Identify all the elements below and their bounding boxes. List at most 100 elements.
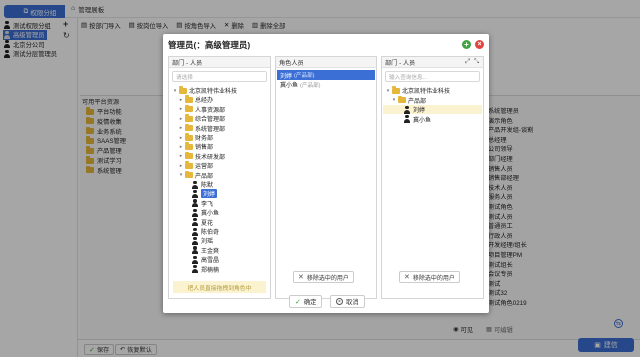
member-label: 陈默 <box>201 183 214 189</box>
close-icon: ✕ <box>298 274 304 281</box>
folder-icon <box>185 133 193 141</box>
folder-icon <box>185 95 193 103</box>
member-label: 冀小鱼 <box>413 117 432 124</box>
tree-member[interactable]: 冀小鱼 <box>383 115 482 124</box>
user-icon <box>403 115 411 123</box>
tree-member[interactable]: 陈默 <box>191 180 213 189</box>
tree-member[interactable]: 刘婷 <box>383 105 482 114</box>
dept-label: 财务部 <box>195 136 214 142</box>
collapse-arrow-icon: ▸ <box>179 143 183 150</box>
cancel-icon: × <box>336 298 343 305</box>
folder-icon <box>185 114 193 122</box>
dept-label: 产品部 <box>408 98 427 105</box>
tree-member[interactable]: 刘瑶 <box>191 236 213 245</box>
member-label: 王金爽 <box>201 248 220 255</box>
dept-label: 产品部 <box>195 173 214 180</box>
dept-label: 人事资源部 <box>195 107 226 114</box>
selected-tree-panel: 部门 - 人员 ⤢ ⤡ 输入查询信息... ▾ 北京凯特伟业科技 ▾ 产品部 刘婷 冀小鱼… <box>381 56 484 299</box>
tree-dept[interactable]: ▸ 总经办 <box>179 95 213 104</box>
role-members-panel: 角色人员 刘婷 (产品部) 冀小鱼 (产品部) ✕ 移除选中的用户 <box>275 56 377 299</box>
tree-dept[interactable]: ▸ 人事资源部 <box>179 104 226 114</box>
remove-selected-users-button[interactable]: ✕ 移除选中的用户 <box>293 271 354 283</box>
user-icon <box>191 180 199 189</box>
tree-member[interactable]: 陈伯奇 <box>191 227 219 236</box>
tree-dept[interactable]: ▸ 销售部 <box>179 142 213 151</box>
confirm-label: 确定 <box>303 299 317 306</box>
collapse-icon[interactable]: ⤡ <box>474 58 479 66</box>
dept-label: 总经办 <box>195 98 214 105</box>
expand-icon[interactable]: ⤢ <box>465 58 470 66</box>
tree-dept[interactable]: ▾ 产品部 <box>179 170 214 180</box>
tree-root[interactable]: ▾ 北京凯特伟业科技 <box>386 86 450 95</box>
tree-dept[interactable]: ▸ 财务部 <box>179 133 213 142</box>
tree-member[interactable]: 夏花 <box>191 218 213 227</box>
collapse-arrow-icon: ▸ <box>179 134 183 141</box>
member-label: 陈伯奇 <box>201 230 220 236</box>
expand-arrow-icon: ▾ <box>173 87 177 94</box>
close-circle-icon[interactable]: × <box>475 40 484 49</box>
tree-dept[interactable]: ▸ 运营部 <box>179 161 213 170</box>
user-icon <box>191 246 199 255</box>
user-icon <box>191 255 199 264</box>
member-label: 李飞 <box>201 201 214 208</box>
remove-label: 移除选中的用户 <box>306 275 349 282</box>
member-label: 夏花 <box>201 220 214 227</box>
folder-icon <box>185 142 193 150</box>
tree-member[interactable]: 高雪晶 <box>191 255 219 264</box>
folder-icon <box>179 86 187 94</box>
tree-member[interactable]: 李飞 <box>191 199 213 208</box>
folder-icon <box>392 86 400 94</box>
tree-member[interactable]: 刘婷 <box>191 189 218 199</box>
member-label: 高雪晶 <box>201 258 220 265</box>
tree-member[interactable]: 冀小鱼 <box>191 208 219 217</box>
tree-root[interactable]: ▾ 北京凯特伟业科技 <box>173 86 237 95</box>
tree-dept[interactable]: ▾ 产品部 <box>392 95 427 105</box>
remove-label-2: 移除选中的用户 <box>412 275 455 282</box>
tree-dept[interactable]: ▸ 技术研发部 <box>179 151 225 161</box>
expand-arrow-icon: ▾ <box>179 172 183 179</box>
folder-icon <box>185 161 193 169</box>
user-icon <box>191 189 199 198</box>
cancel-label: 取消 <box>346 299 359 306</box>
role-member-dept: (产品部) <box>300 82 321 89</box>
role-member-item[interactable]: 刘婷 (产品部) <box>277 70 375 80</box>
col2-header: 角色人员 <box>276 57 376 68</box>
dept-label: 销售部 <box>195 145 214 152</box>
manager-dialog: 管理员(：高级管理员) + × 部门 - 人员 请选择 ▾ 北京凯特伟业科技 ▸ 总经… <box>163 34 489 313</box>
collapse-arrow-icon: ▸ <box>179 153 183 160</box>
member-label: 冀小鱼 <box>201 211 220 218</box>
user-icon <box>191 208 199 217</box>
collapse-arrow-icon: ▸ <box>179 162 183 169</box>
folder-icon <box>185 104 193 113</box>
user-icon <box>191 199 199 208</box>
user-icon <box>191 227 199 236</box>
tree-member[interactable]: 郑楠楠 <box>191 265 219 274</box>
close-icon: ✕ <box>404 274 410 281</box>
tree-dept[interactable]: ▸ 系统管理部 <box>179 123 225 133</box>
tree-member[interactable]: 王金爽 <box>191 246 219 255</box>
member-label: 刘婷 <box>201 189 218 199</box>
col1-search-input[interactable]: 请选择 <box>172 71 267 82</box>
expand-arrow-icon: ▾ <box>386 87 390 94</box>
drag-hint: 把人员直接拖拽到角色中 <box>173 281 266 293</box>
expand-arrow-icon: ▾ <box>392 97 396 103</box>
folder-icon <box>398 95 406 103</box>
tree-dept[interactable]: ▸ 综合管理部 <box>179 114 225 123</box>
check-icon: ✓ <box>295 298 301 306</box>
tree-root-label: 北京凯特伟业科技 <box>189 89 238 95</box>
cancel-button[interactable]: × 取消 <box>330 295 365 308</box>
member-label: 刘瑶 <box>201 239 214 246</box>
role-member-item[interactable]: 冀小鱼 (产品部) <box>277 80 375 90</box>
col3-search-input[interactable]: 输入查询信息... <box>385 71 480 82</box>
confirm-button[interactable]: ✓ 确定 <box>289 295 323 308</box>
member-label: 郑楠楠 <box>201 267 220 274</box>
department-tree-panel: 部门 - 人员 请选择 ▾ 北京凯特伟业科技 ▸ 总经办 ▸ 人事资源部 ▸ 综合管理部 ▸ 系统… <box>168 56 271 299</box>
role-member-name: 冀小鱼 <box>280 83 299 89</box>
col1-header: 部门 - 人员 <box>169 57 270 68</box>
collapse-arrow-icon: ▸ <box>179 106 183 113</box>
remove-selected-users-button-2[interactable]: ✕ 移除选中的用户 <box>399 271 460 283</box>
collapse-arrow-icon: ▸ <box>179 125 183 132</box>
role-member-dept: (产品部) <box>294 73 315 79</box>
add-circle-icon[interactable]: + <box>462 40 471 49</box>
dept-label: 运营部 <box>195 164 214 171</box>
